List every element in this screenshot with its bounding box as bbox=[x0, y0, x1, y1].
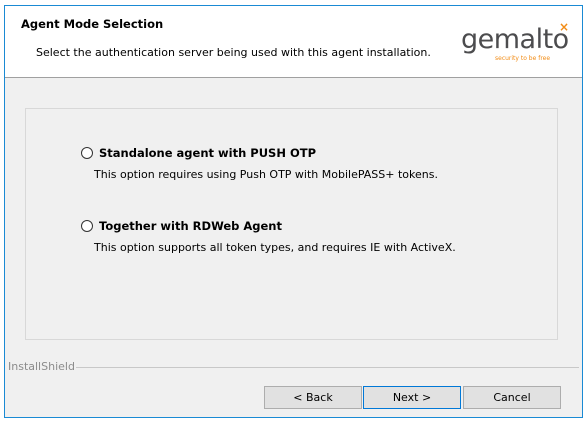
logo-tagline: security to be free bbox=[495, 55, 551, 62]
option-description: This option supports all token types, an… bbox=[94, 241, 456, 254]
gemalto-logo: gemalto × security to be free bbox=[461, 20, 571, 68]
page-subtitle: Select the authentication server being u… bbox=[36, 46, 431, 59]
option-description: This option requires using Push OTP with… bbox=[94, 168, 438, 181]
option-label[interactable]: Together with RDWeb Agent bbox=[99, 219, 282, 233]
brand-label: InstallShield bbox=[8, 360, 75, 373]
cancel-button[interactable]: Cancel bbox=[463, 386, 561, 409]
radio-rdweb-agent[interactable] bbox=[81, 220, 93, 232]
brand-divider bbox=[76, 367, 579, 368]
options-panel: Standalone agent with PUSH OTP This opti… bbox=[25, 108, 558, 340]
next-button[interactable]: Next > bbox=[363, 386, 461, 409]
option-label[interactable]: Standalone agent with PUSH OTP bbox=[99, 146, 316, 160]
radio-standalone-push-otp[interactable] bbox=[81, 147, 93, 159]
page-title: Agent Mode Selection bbox=[21, 17, 164, 31]
header-banner: Agent Mode Selection Select the authenti… bbox=[5, 6, 582, 78]
logo-wordmark: gemalto bbox=[461, 24, 569, 55]
installshield-branding: InstallShield bbox=[5, 360, 582, 374]
back-button[interactable]: < Back bbox=[264, 386, 362, 409]
logo-star-icon: × bbox=[559, 20, 570, 34]
installer-window: Agent Mode Selection Select the authenti… bbox=[4, 5, 583, 418]
